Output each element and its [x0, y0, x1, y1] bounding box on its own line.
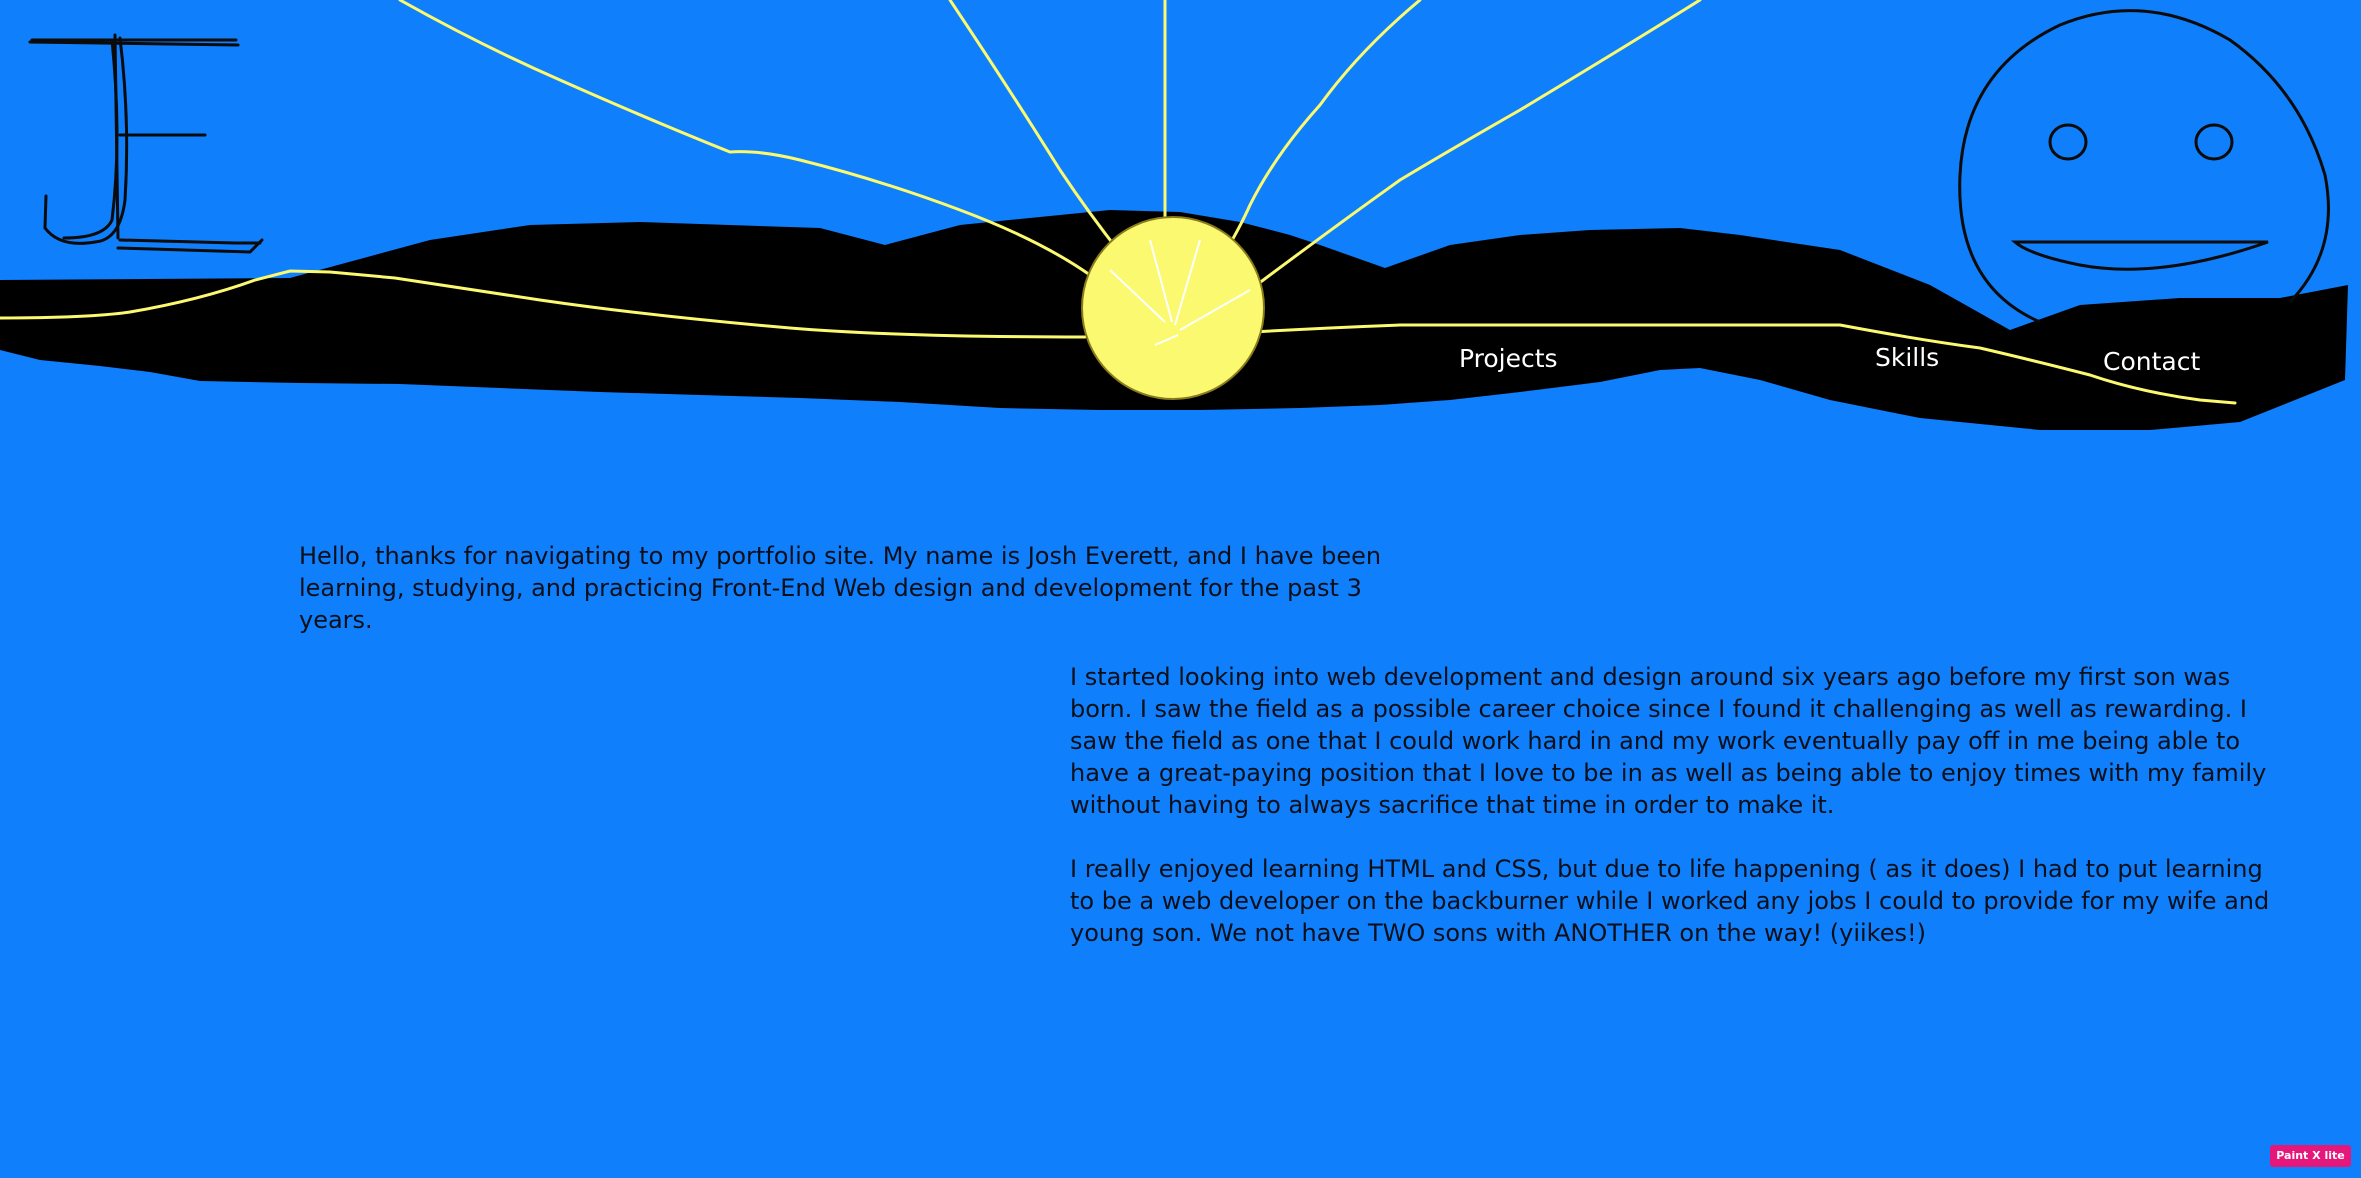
nav-link-contact[interactable]: Contact [2103, 349, 2200, 374]
intro-paragraph: Hello, thanks for navigating to my portf… [299, 542, 1382, 634]
paint-app-watermark: Paint X lite [2270, 1145, 2351, 1167]
header-banner [0, 0, 2348, 430]
smiley-face-icon [1958, 9, 2330, 324]
je-logo [28, 33, 264, 254]
nav-link-projects[interactable]: Projects [1459, 346, 1558, 371]
about-paragraph-family: I really enjoyed learning HTML and CSS, … [1070, 855, 2270, 947]
nav-link-skills[interactable]: Skills [1875, 345, 1939, 370]
sun-icon [1081, 216, 1265, 400]
about-paragraph-career: I started looking into web development a… [1070, 663, 2267, 819]
